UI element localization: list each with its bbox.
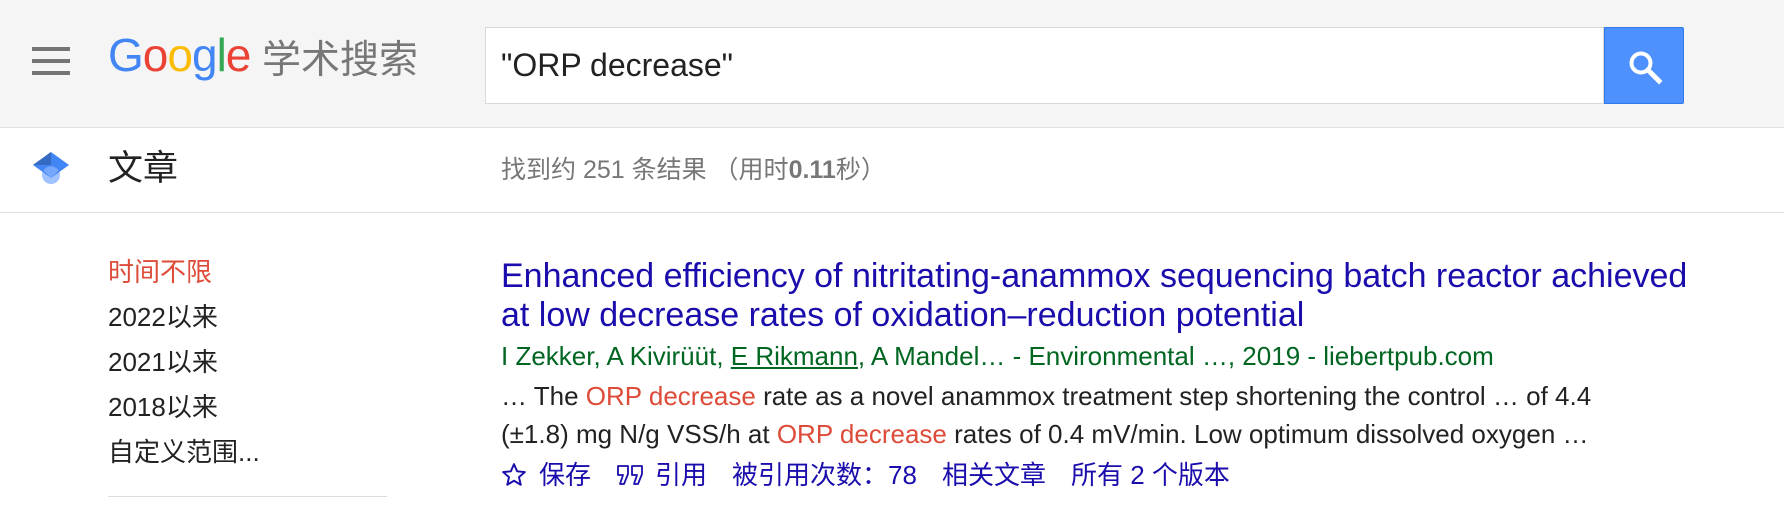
cite-quote-icon bbox=[616, 462, 646, 488]
scholar-cap-icon bbox=[33, 152, 69, 184]
snippet-highlight: ORP decrease bbox=[776, 418, 947, 449]
logo-letter: g bbox=[191, 29, 218, 81]
save-button[interactable]: 保存 bbox=[501, 460, 591, 490]
time-filter-since-2018[interactable]: 2018以来 bbox=[108, 385, 260, 430]
scholar-cap-icon-board-shade bbox=[33, 152, 51, 165]
result-title-link[interactable]: Enhanced efficiency of nitritating-anamm… bbox=[501, 257, 1701, 335]
result-authors: I Zekker, A Kivirüüt, bbox=[501, 341, 731, 371]
search-icon bbox=[1629, 51, 1663, 85]
result-publication-info: , A Mandel… - Environmental …, 2019 - li… bbox=[857, 341, 1494, 371]
results-stats: 找到约 251 条结果 （用时0.11秒） bbox=[501, 155, 886, 185]
menu-icon-bar bbox=[32, 59, 70, 63]
result-byline: I Zekker, A Kivirüüt, E Rikmann, A Mande… bbox=[501, 341, 1701, 371]
time-filter-since-2022[interactable]: 2022以来 bbox=[108, 295, 260, 340]
section-title: 文章 bbox=[108, 149, 179, 188]
all-versions-link[interactable]: 所有 2 个版本 bbox=[1071, 460, 1230, 490]
search-button[interactable] bbox=[1604, 27, 1684, 104]
time-filter-list: 时间不限 2022以来 2021以来 2018以来 自定义范围... bbox=[108, 250, 260, 475]
logo-letter: o bbox=[142, 29, 169, 81]
quote-mark-right bbox=[631, 465, 643, 485]
time-filter-custom-range[interactable]: 自定义范围... bbox=[108, 430, 260, 475]
result-author-link[interactable]: E Rikmann bbox=[731, 341, 858, 371]
snippet-highlight: ORP decrease bbox=[585, 381, 756, 411]
scholar-results-page: Google 学术搜索 文章 找到约 251 条结果 （用时0.11秒） 时间不… bbox=[0, 0, 1784, 508]
search-box bbox=[485, 27, 1604, 104]
save-label: 保存 bbox=[539, 460, 592, 490]
search-input[interactable] bbox=[486, 28, 1603, 103]
star-outline bbox=[502, 463, 526, 486]
cite-button[interactable]: 引用 bbox=[616, 460, 707, 490]
result-snippet: … The ORP decrease rate as a novel anamm… bbox=[501, 378, 1629, 453]
search-result: Enhanced efficiency of nitritating-anamm… bbox=[501, 257, 1701, 490]
menu-icon-bar bbox=[32, 71, 70, 75]
cite-quote-icon-shape bbox=[617, 465, 643, 485]
menu-icon-bar bbox=[32, 47, 70, 51]
related-articles-link[interactable]: 相关文章 bbox=[942, 460, 1046, 490]
cite-label: 引用 bbox=[655, 460, 708, 490]
star-icon bbox=[501, 462, 527, 488]
top-header: Google 学术搜索 bbox=[0, 0, 1784, 128]
results-stats-count: 找到约 251 条结果 （用时 bbox=[501, 156, 789, 184]
menu-button[interactable] bbox=[32, 47, 70, 75]
product-name[interactable]: 学术搜索 bbox=[262, 36, 418, 86]
cited-by-link[interactable]: 被引用次数：78 bbox=[732, 460, 917, 490]
result-actions: 保存 引用 被引用次数：78 相关文章 所有 2 个版本 bbox=[501, 460, 1701, 490]
sidebar-divider bbox=[108, 496, 387, 497]
results-stats-suffix: 秒） bbox=[835, 156, 886, 184]
logo-letter: G bbox=[108, 29, 144, 81]
logo-letter: e bbox=[225, 29, 252, 81]
logo-letter: l bbox=[216, 29, 227, 81]
search-icon-handle bbox=[1644, 66, 1663, 85]
snippet-text: rates of 0.4 mV/min. Low optimum dissolv… bbox=[946, 418, 1589, 449]
results-stats-time: 0.11 bbox=[788, 156, 836, 184]
section-bar: 文章 找到约 251 条结果 （用时0.11秒） bbox=[0, 128, 1784, 213]
quote-mark-left bbox=[617, 465, 629, 485]
time-filter-since-2021[interactable]: 2021以来 bbox=[108, 340, 260, 385]
snippet-text: … The bbox=[501, 381, 586, 411]
star-icon-shape bbox=[502, 463, 526, 486]
logo-letter: o bbox=[167, 29, 193, 81]
time-filter-any[interactable]: 时间不限 bbox=[108, 250, 260, 295]
google-logo[interactable]: Google bbox=[108, 27, 252, 83]
hamburger-menu-icon bbox=[32, 47, 70, 75]
